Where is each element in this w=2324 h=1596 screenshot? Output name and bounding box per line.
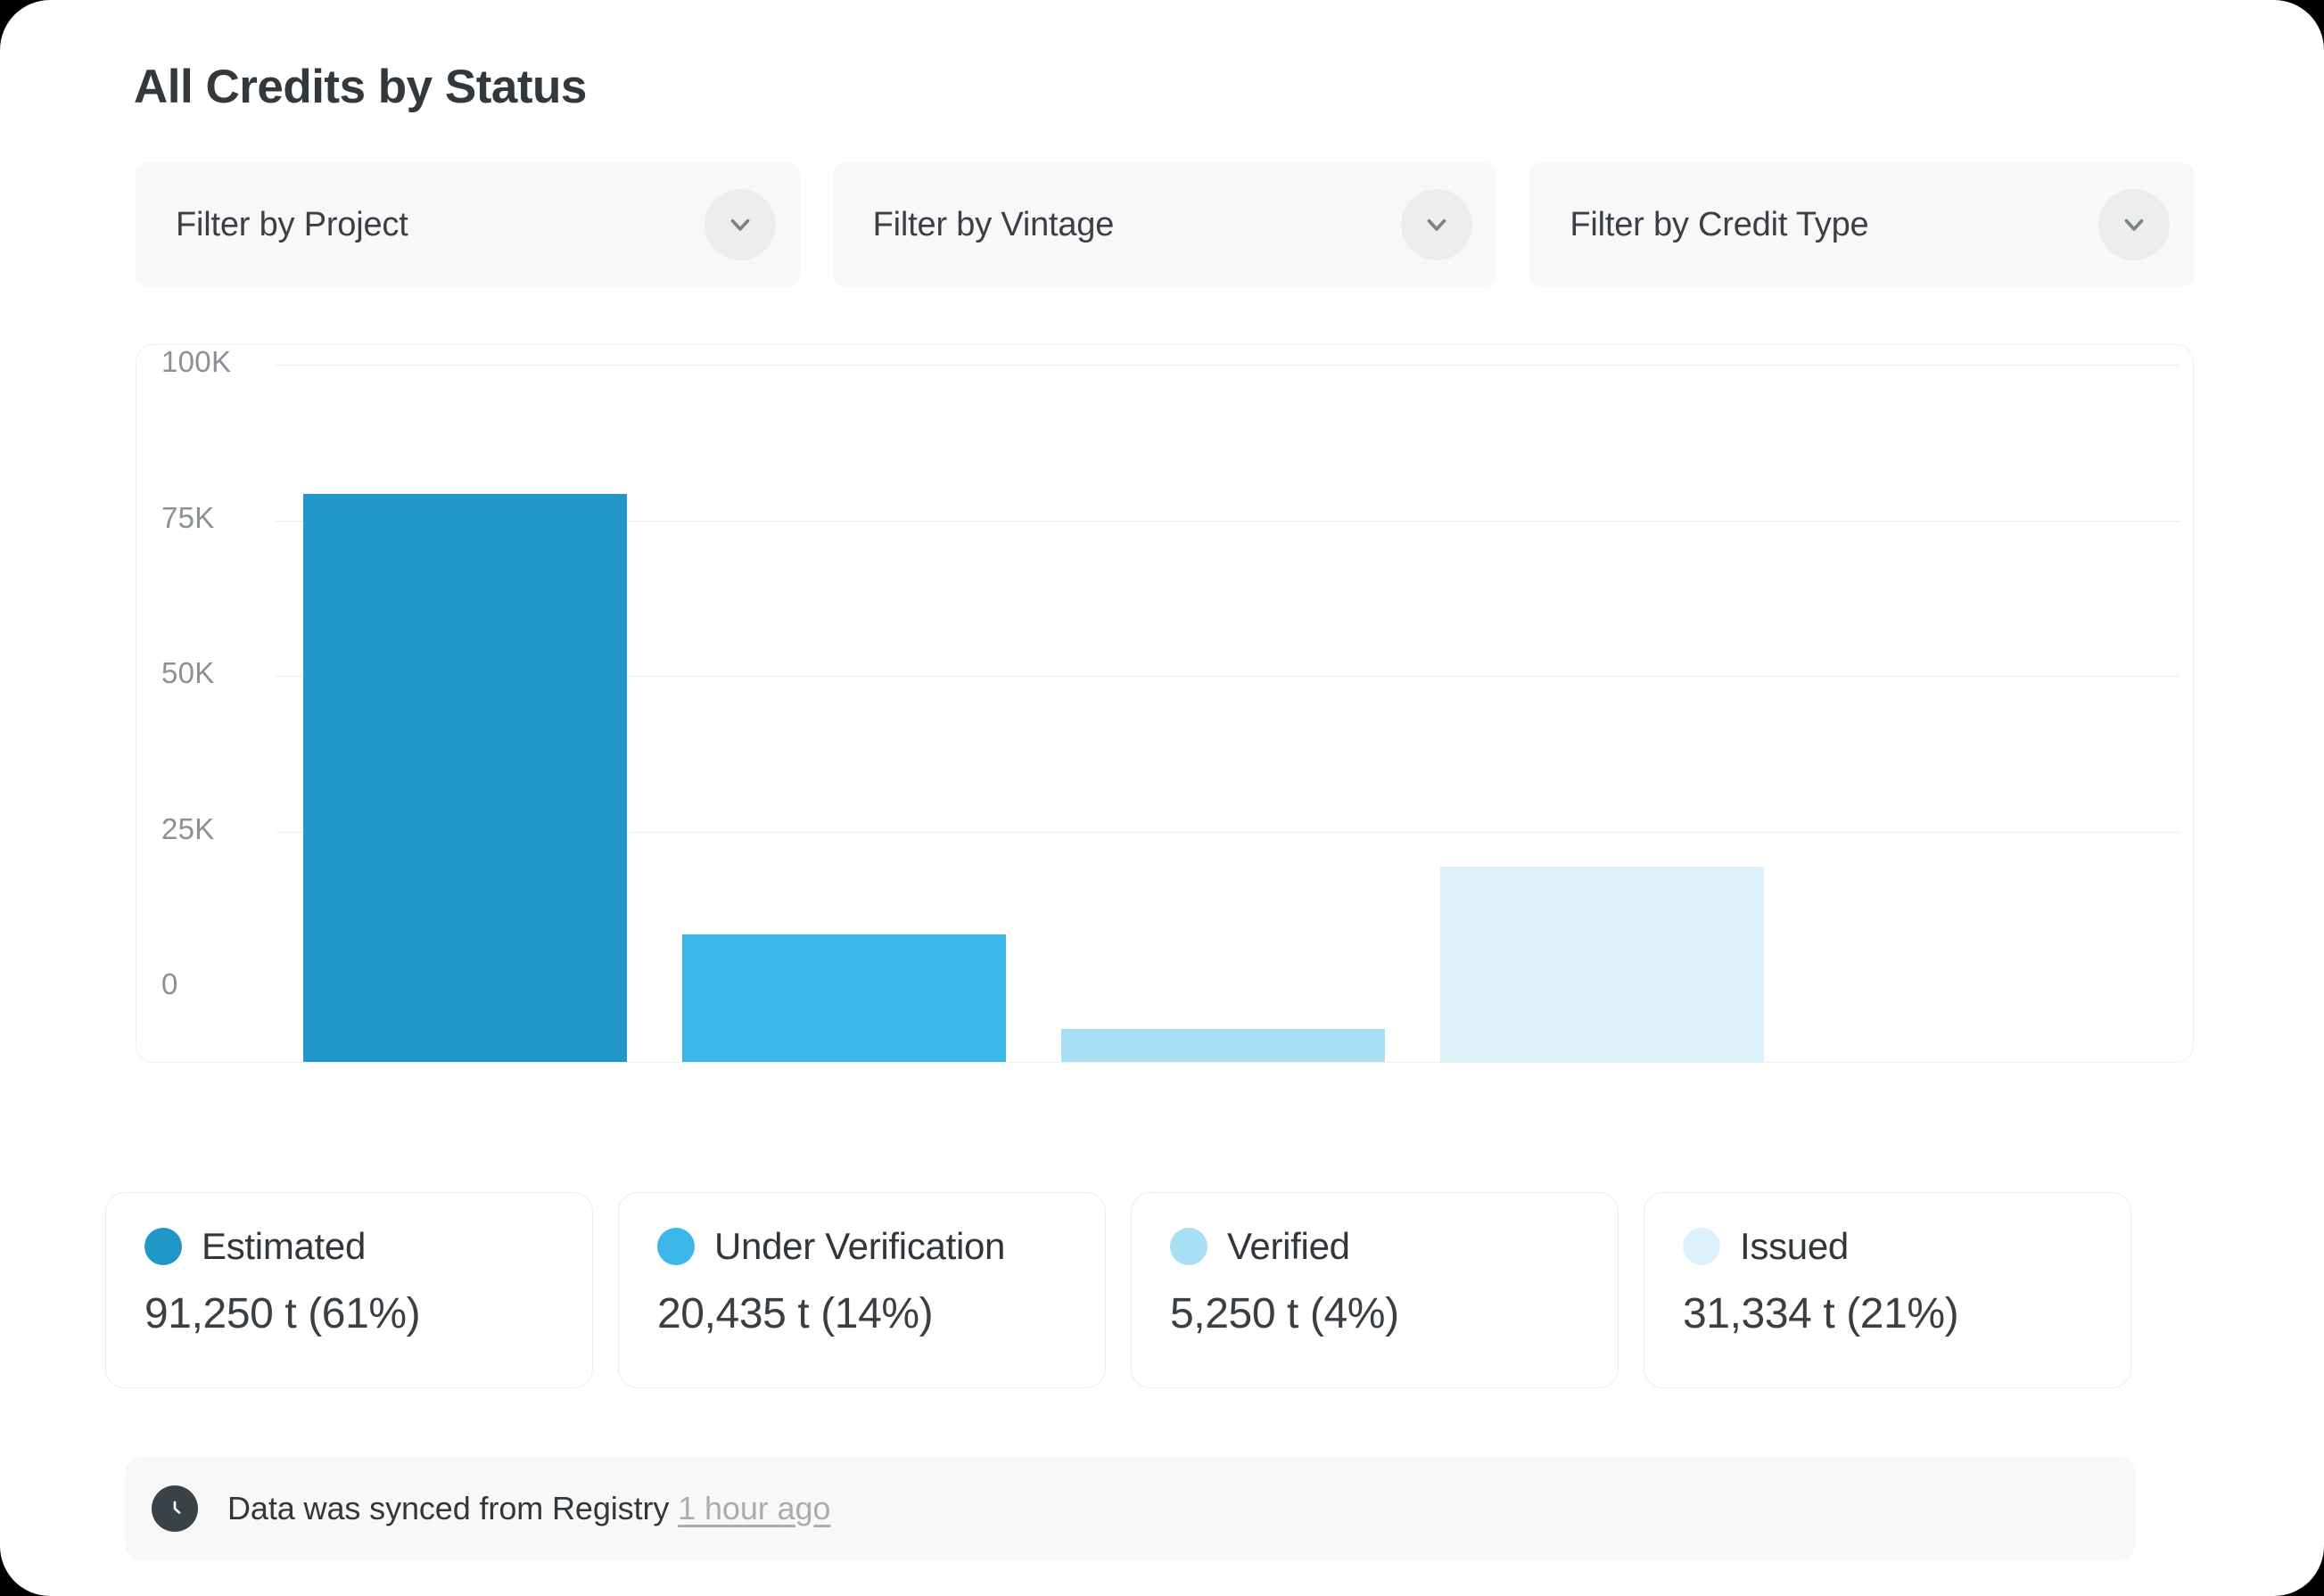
legend-value: 5,250 t (4%) bbox=[1170, 1290, 1399, 1337]
chart-bars bbox=[276, 365, 2180, 1062]
chart-bar[interactable] bbox=[1439, 867, 1764, 1062]
legend-label: Issued bbox=[1740, 1225, 1849, 1267]
legend-card-verified[interactable]: Verified 5,250 t (4%) bbox=[1131, 1192, 1619, 1388]
sync-time-link[interactable]: 1 hour ago bbox=[678, 1490, 830, 1526]
legend-head: Verified bbox=[1170, 1225, 1582, 1268]
filter-by-vintage-dropdown[interactable]: Filter by Vintage bbox=[832, 162, 1497, 287]
chevron-down-icon[interactable] bbox=[704, 189, 776, 260]
legend-color-dot bbox=[1170, 1228, 1207, 1265]
filter-bar: Filter by Project Filter by Vintage Filt… bbox=[136, 162, 2195, 287]
y-axis-tick-label: 75K bbox=[161, 500, 215, 534]
y-axis-tick-label: 0 bbox=[161, 967, 178, 1000]
legend-value: 31,334 t (21%) bbox=[1683, 1290, 1959, 1337]
legend-card-under-verification[interactable]: Under Verification 20,435 t (14%) bbox=[618, 1192, 1106, 1388]
legend-label: Verified bbox=[1227, 1225, 1350, 1267]
legend-value: 91,250 t (61%) bbox=[144, 1290, 421, 1337]
sync-status-text: Data was synced from Registry 1 hour ago bbox=[227, 1490, 830, 1527]
bar-slot bbox=[1034, 365, 1413, 1062]
chevron-down-icon[interactable] bbox=[1401, 189, 1473, 260]
sync-status-bar: Data was synced from Registry 1 hour ago bbox=[125, 1456, 2136, 1560]
filter-by-project-dropdown[interactable]: Filter by Project bbox=[136, 162, 800, 287]
clock-icon bbox=[152, 1485, 198, 1532]
chart-bar[interactable] bbox=[302, 494, 628, 1062]
legend-head: Estimated bbox=[144, 1225, 556, 1268]
credits-by-status-panel: All Credits by Status Filter by Project … bbox=[0, 0, 2324, 1596]
legend-label: Estimated bbox=[202, 1225, 367, 1267]
chevron-down-icon[interactable] bbox=[2098, 189, 2171, 260]
legend-card-estimated[interactable]: Estimated 91,250 t (61%) bbox=[105, 1192, 593, 1388]
chart-bar[interactable] bbox=[1060, 1029, 1385, 1062]
y-axis-tick-label: 100K bbox=[161, 345, 232, 378]
credits-bar-chart: 0 25K 50K 75K 100K bbox=[136, 344, 2194, 1063]
legend-head: Under Verification bbox=[657, 1225, 1069, 1268]
y-axis-tick-label: 25K bbox=[161, 811, 215, 845]
filter-by-vintage-label: Filter by Vintage bbox=[872, 205, 1115, 243]
legend-value: 20,435 t (14%) bbox=[657, 1290, 934, 1337]
bar-slot bbox=[655, 365, 1034, 1062]
page-title: All Credits by Status bbox=[134, 61, 587, 113]
legend-row: Estimated 91,250 t (61%) Under Verificat… bbox=[105, 1192, 2131, 1388]
legend-label: Under Verification bbox=[714, 1225, 1006, 1267]
legend-color-dot bbox=[1683, 1228, 1720, 1265]
chart-bar[interactable] bbox=[681, 934, 1007, 1062]
bar-slot bbox=[1413, 365, 1792, 1062]
filter-by-credit-type-label: Filter by Credit Type bbox=[1570, 205, 1869, 243]
chart-plot-area: 0 25K 50K 75K 100K bbox=[136, 345, 2193, 1062]
legend-head: Issued bbox=[1683, 1225, 2095, 1268]
legend-card-issued[interactable]: Issued 31,334 t (21%) bbox=[1644, 1192, 2131, 1388]
legend-color-dot bbox=[657, 1228, 695, 1265]
bar-slot bbox=[276, 365, 655, 1062]
filter-by-project-label: Filter by Project bbox=[176, 205, 408, 243]
sync-message: Data was synced from Registry bbox=[227, 1489, 670, 1526]
filter-by-credit-type-dropdown[interactable]: Filter by Credit Type bbox=[1529, 162, 2195, 287]
y-axis-tick-label: 50K bbox=[161, 656, 215, 689]
legend-color-dot bbox=[144, 1228, 182, 1265]
